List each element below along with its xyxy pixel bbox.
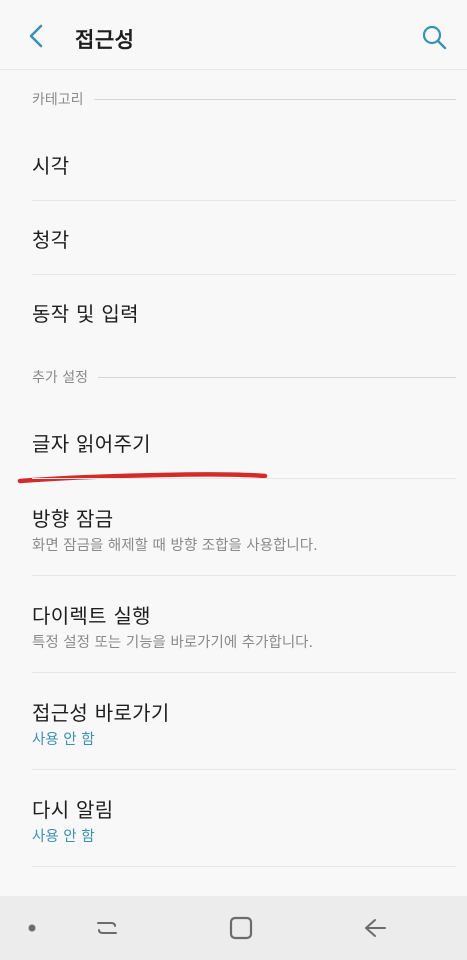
- section-divider: [93, 98, 456, 100]
- back-button[interactable]: [22, 22, 50, 50]
- section-label: 추가 설정: [32, 370, 88, 386]
- menu-item-label: 동작 및 입력: [32, 302, 139, 326]
- app-bar: 접근성: [0, 0, 467, 70]
- home-button[interactable]: [225, 912, 257, 944]
- nav-indicator: [16, 912, 48, 944]
- menu-item-direct-access[interactable]: 다이렉트 실행 특정 설정 또는 기능을 바로가기에 추가합니다.: [0, 576, 467, 672]
- recents-button[interactable]: [91, 912, 123, 944]
- divider: [32, 866, 456, 867]
- menu-item-subtitle: 화면 잠금을 해제할 때 방향 조합을 사용합니다.: [32, 538, 318, 554]
- section-divider: [97, 376, 456, 378]
- menu-item-label: 접근성 바로가기: [32, 701, 170, 725]
- menu-item-subtitle: 특정 설정 또는 기능을 바로가기에 추가합니다.: [32, 635, 314, 651]
- section-label: 카테고리: [32, 92, 84, 108]
- menu-item-label: 다시 알림: [32, 798, 114, 822]
- menu-item-interaction[interactable]: 동작 및 입력: [0, 275, 467, 347]
- menu-item-label: 청각: [32, 228, 70, 252]
- menu-item-direction-lock[interactable]: 방향 잠금 화면 잠금을 해제할 때 방향 조합을 사용합니다.: [0, 479, 467, 575]
- search-button[interactable]: [419, 22, 449, 52]
- system-navigation-bar: [0, 896, 467, 960]
- menu-item-status: 사용 안 함: [32, 732, 95, 748]
- search-icon: [422, 25, 447, 50]
- dot-icon: [28, 924, 36, 932]
- menu-item-vision[interactable]: 시각: [0, 126, 467, 200]
- chevron-left-icon: [29, 24, 43, 48]
- home-icon: [229, 916, 253, 940]
- menu-item-label: 글자 읽어주기: [32, 432, 151, 456]
- menu-item-status: 사용 안 함: [32, 829, 95, 845]
- menu-item-notification-reminder[interactable]: 다시 알림 사용 안 함: [0, 770, 467, 866]
- page-title: 접근성: [75, 28, 135, 52]
- back-arrow-icon: [365, 919, 386, 937]
- recents-icon: [97, 922, 117, 934]
- menu-item-hearing[interactable]: 청각: [0, 201, 467, 274]
- menu-item-label: 다이렉트 실행: [32, 604, 151, 628]
- section-header-category: 카테고리: [32, 89, 456, 109]
- menu-item-label: 방향 잠금: [32, 507, 114, 531]
- nav-back-button[interactable]: [359, 912, 391, 944]
- menu-item-label: 시각: [32, 154, 70, 178]
- menu-item-accessibility-shortcut[interactable]: 접근성 바로가기 사용 안 함: [0, 673, 467, 769]
- section-header-extra: 추가 설정: [32, 367, 456, 387]
